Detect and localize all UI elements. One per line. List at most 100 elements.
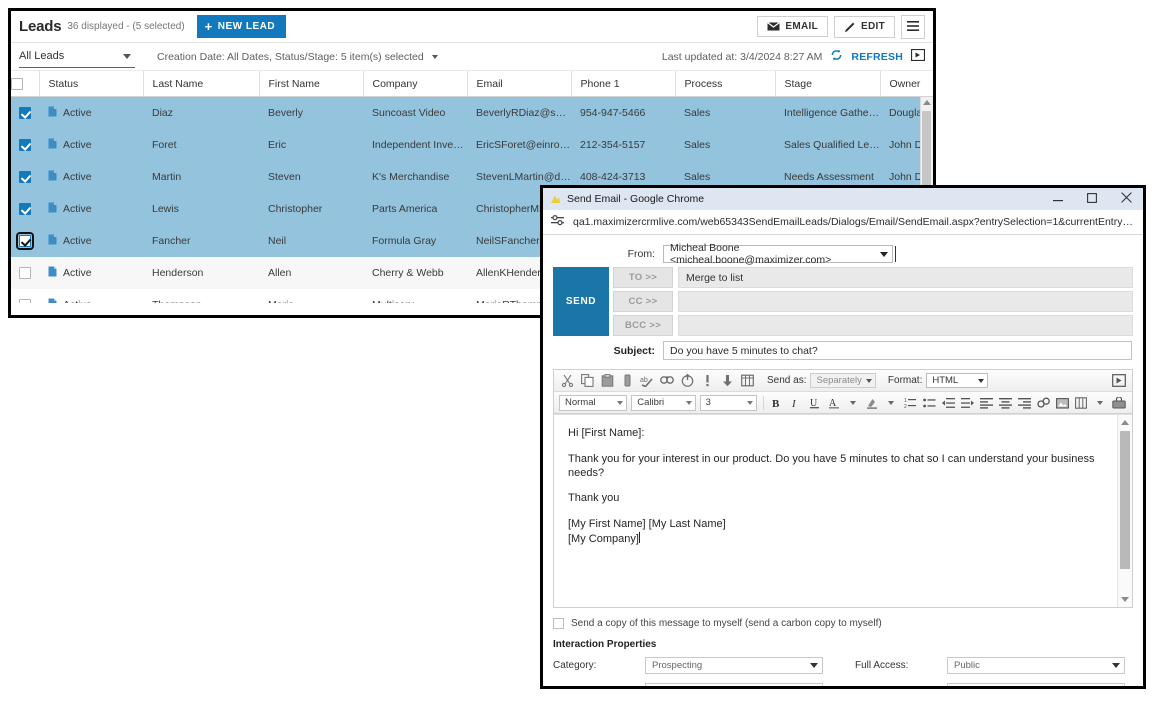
paste-icon[interactable] (599, 373, 615, 389)
email-button[interactable]: EMAIL (757, 16, 829, 37)
align-center-icon[interactable] (998, 395, 1013, 411)
cc-button[interactable]: CC >> (613, 291, 673, 312)
export-icon[interactable] (910, 48, 926, 64)
send-copy-checkbox[interactable] (553, 618, 564, 629)
scroll-up-icon[interactable] (1121, 420, 1129, 425)
edit-button[interactable]: EDIT (834, 15, 895, 38)
subject-input[interactable]: Do you have 5 minutes to chat? (663, 341, 1132, 360)
to-field[interactable]: Merge to list (678, 267, 1133, 288)
fullscreen-icon[interactable] (1111, 373, 1127, 389)
select-all-header[interactable] (11, 71, 40, 97)
full-access-select[interactable]: Public (947, 657, 1125, 674)
scrollbar-thumb[interactable] (1120, 431, 1130, 569)
insert-image-icon[interactable] (1055, 395, 1070, 411)
row-select-cell[interactable] (11, 225, 39, 257)
row-checkbox[interactable] (19, 107, 31, 120)
row-select-cell[interactable] (11, 257, 39, 289)
hyperlink-icon[interactable] (679, 373, 695, 389)
table-row[interactable]: Active Diaz Beverly Suncoast Video Bever… (11, 96, 933, 129)
paragraph-style-select[interactable]: Normal (559, 394, 628, 411)
result-select[interactable] (645, 683, 823, 686)
font-size-select[interactable]: 3 (699, 394, 757, 411)
minimize-button[interactable] (1041, 188, 1075, 210)
priority-low-icon[interactable] (719, 373, 735, 389)
view-filter-select[interactable]: All Leads (19, 45, 135, 68)
insert-table-icon[interactable] (739, 373, 755, 389)
bold-icon[interactable]: B (770, 395, 785, 411)
row-checkbox[interactable] (19, 203, 31, 216)
row-checkbox[interactable] (19, 299, 31, 303)
bcc-field[interactable] (678, 315, 1133, 336)
close-button[interactable] (1109, 188, 1143, 210)
underline-icon[interactable]: U (808, 395, 823, 411)
column-header-last-name[interactable]: Last Name (143, 71, 260, 97)
criteria-filter[interactable]: Creation Date: All Dates, Status/Stage: … (157, 51, 438, 63)
merge-field-icon[interactable] (1112, 395, 1127, 411)
row-select-cell[interactable] (11, 193, 39, 225)
hamburger-menu-button[interactable] (901, 14, 925, 39)
bcc-button[interactable]: BCC >> (613, 315, 673, 336)
site-settings-icon[interactable] (551, 214, 564, 230)
send-as-select[interactable]: Separately (810, 373, 876, 388)
send-button[interactable]: SEND (553, 267, 609, 336)
table-row[interactable]: Active Foret Eric Independent Invest... … (11, 129, 933, 161)
read-access-select[interactable]: Public (947, 683, 1125, 686)
email-body-area[interactable]: Hi [First Name]: Thank you for your inte… (554, 414, 1132, 607)
new-lead-button[interactable]: + NEW LEAD (196, 15, 287, 38)
highlight-dropdown-icon[interactable] (884, 395, 899, 411)
spellcheck-icon[interactable]: ab (639, 373, 655, 389)
decrease-indent-icon[interactable] (941, 395, 956, 411)
cc-field[interactable] (678, 291, 1133, 312)
cell-status: Active (39, 289, 143, 303)
category-select[interactable]: Prospecting (645, 657, 823, 674)
row-select-cell[interactable] (11, 96, 39, 129)
refresh-icon[interactable] (830, 49, 843, 64)
cut-icon[interactable] (559, 373, 575, 389)
to-button[interactable]: TO >> (613, 267, 673, 288)
maximize-button[interactable] (1075, 188, 1109, 210)
row-select-cell[interactable] (11, 129, 39, 161)
row-select-cell[interactable] (11, 161, 39, 193)
priority-high-icon[interactable] (699, 373, 715, 389)
maximize-icon (1087, 192, 1097, 206)
numbered-list-icon[interactable]: 12 (903, 395, 918, 411)
clipboard-icon[interactable] (619, 373, 635, 389)
insert-table2-icon[interactable] (1074, 395, 1089, 411)
column-header-owner[interactable]: Owner (880, 71, 933, 97)
table-dropdown-icon[interactable] (1093, 395, 1108, 411)
italic-icon[interactable]: I (789, 395, 804, 411)
column-header-phone-1[interactable]: Phone 1 (571, 71, 676, 97)
from-select[interactable]: Micheal Boone <micheal.boone@maximizer.c… (663, 242, 893, 266)
scroll-down-icon[interactable] (1121, 597, 1129, 602)
column-header-first-name[interactable]: First Name (259, 71, 364, 97)
column-header-status[interactable]: Status (39, 71, 144, 97)
copy-icon[interactable] (579, 373, 595, 389)
font-family-select[interactable]: Calibri (631, 394, 696, 411)
row-select-cell[interactable] (11, 289, 39, 303)
insert-link-icon[interactable] (1036, 395, 1051, 411)
email-body-text[interactable]: Hi [First Name]: Thank you for your inte… (554, 415, 1132, 559)
row-checkbox[interactable] (19, 171, 31, 184)
select-all-checkbox[interactable] (11, 77, 23, 90)
url-bar[interactable]: qa1.maximizercrmlive.com/web65343SendEma… (543, 210, 1143, 235)
increase-indent-icon[interactable] (960, 395, 975, 411)
font-color-icon[interactable]: A (827, 395, 842, 411)
highlight-icon[interactable] (865, 395, 880, 411)
refresh-button[interactable]: REFRESH (851, 51, 903, 63)
row-checkbox[interactable] (16, 232, 34, 251)
find-icon[interactable] (659, 373, 675, 389)
bulleted-list-icon[interactable] (922, 395, 937, 411)
column-header-company[interactable]: Company (363, 71, 468, 97)
column-header-stage[interactable]: Stage (775, 71, 881, 97)
column-header-email[interactable]: Email (467, 71, 572, 97)
scroll-up-icon[interactable] (923, 100, 931, 105)
window-title-bar[interactable]: Send Email - Google Chrome (543, 188, 1143, 210)
align-right-icon[interactable] (1017, 395, 1032, 411)
align-left-icon[interactable] (979, 395, 994, 411)
format-select[interactable]: HTML (926, 373, 989, 388)
column-header-process[interactable]: Process (675, 71, 776, 97)
row-checkbox[interactable] (19, 139, 31, 152)
body-vertical-scrollbar[interactable] (1117, 415, 1132, 607)
font-color-dropdown-icon[interactable] (846, 395, 861, 411)
row-checkbox[interactable] (19, 267, 31, 280)
